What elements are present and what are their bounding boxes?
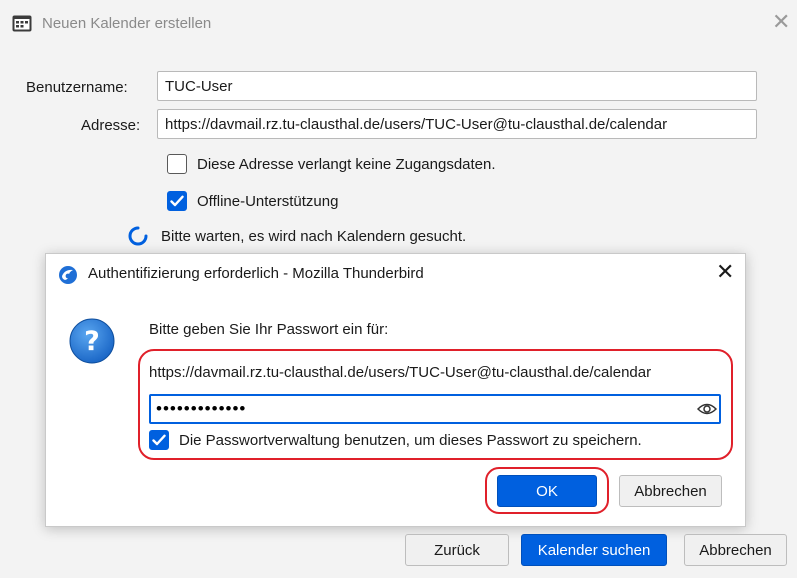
cancel-button[interactable]: Abbrechen [684,534,787,566]
search-calendars-button[interactable]: Kalender suchen [521,534,667,566]
no-credentials-label: Diese Adresse verlangt keine Zugangsdate… [197,155,496,173]
password-field[interactable] [149,394,721,424]
eye-icon[interactable] [697,401,717,417]
window-close-icon[interactable]: ✕ [772,10,790,34]
svg-text:?: ? [84,326,100,357]
auth-dialog-title: Authentifizierung erforderlich - Mozilla… [88,265,424,282]
ok-button[interactable]: OK [497,475,597,507]
searching-status-text: Bitte warten, es wird nach Kalendern ges… [161,228,467,245]
back-button[interactable]: Zurück [405,534,509,566]
checkmark-icon [152,434,166,446]
checkmark-icon [170,195,184,207]
auth-url-text: https://davmail.rz.tu-clausthal.de/users… [149,364,652,381]
no-credentials-row[interactable]: Diese Adresse verlangt keine Zugangsdate… [167,154,496,174]
remember-password-checkbox[interactable] [149,430,169,450]
offline-support-row[interactable]: Offline-Unterstützung [167,191,338,211]
auth-dialog-close-icon[interactable]: ✕ [716,260,734,284]
remember-password-label: Die Passwortverwaltung benutzen, um dies… [179,431,642,449]
calendar-icon [12,15,32,32]
loading-spinner-icon [128,226,148,246]
thunderbird-icon [59,266,77,284]
question-icon: ? [69,318,115,364]
offline-support-checkbox[interactable] [167,191,187,211]
window-titlebar: Neuen Kalender erstellen ✕ [0,0,797,56]
offline-support-label: Offline-Unterstützung [197,192,339,210]
remember-password-row[interactable]: Die Passwortverwaltung benutzen, um dies… [149,430,642,450]
auth-dialog: Authentifizierung erforderlich - Mozilla… [45,253,746,527]
no-credentials-checkbox[interactable] [167,154,187,174]
username-label: Benutzername: [26,79,128,96]
window-title: Neuen Kalender erstellen [42,15,212,32]
address-label: Adresse: [81,117,141,134]
address-input[interactable] [157,109,757,139]
username-input[interactable] [157,71,757,101]
auth-cancel-button[interactable]: Abbrechen [619,475,722,507]
password-prompt-text: Bitte geben Sie Ihr Passwort ein für: [149,321,389,338]
password-input[interactable] [151,396,691,422]
